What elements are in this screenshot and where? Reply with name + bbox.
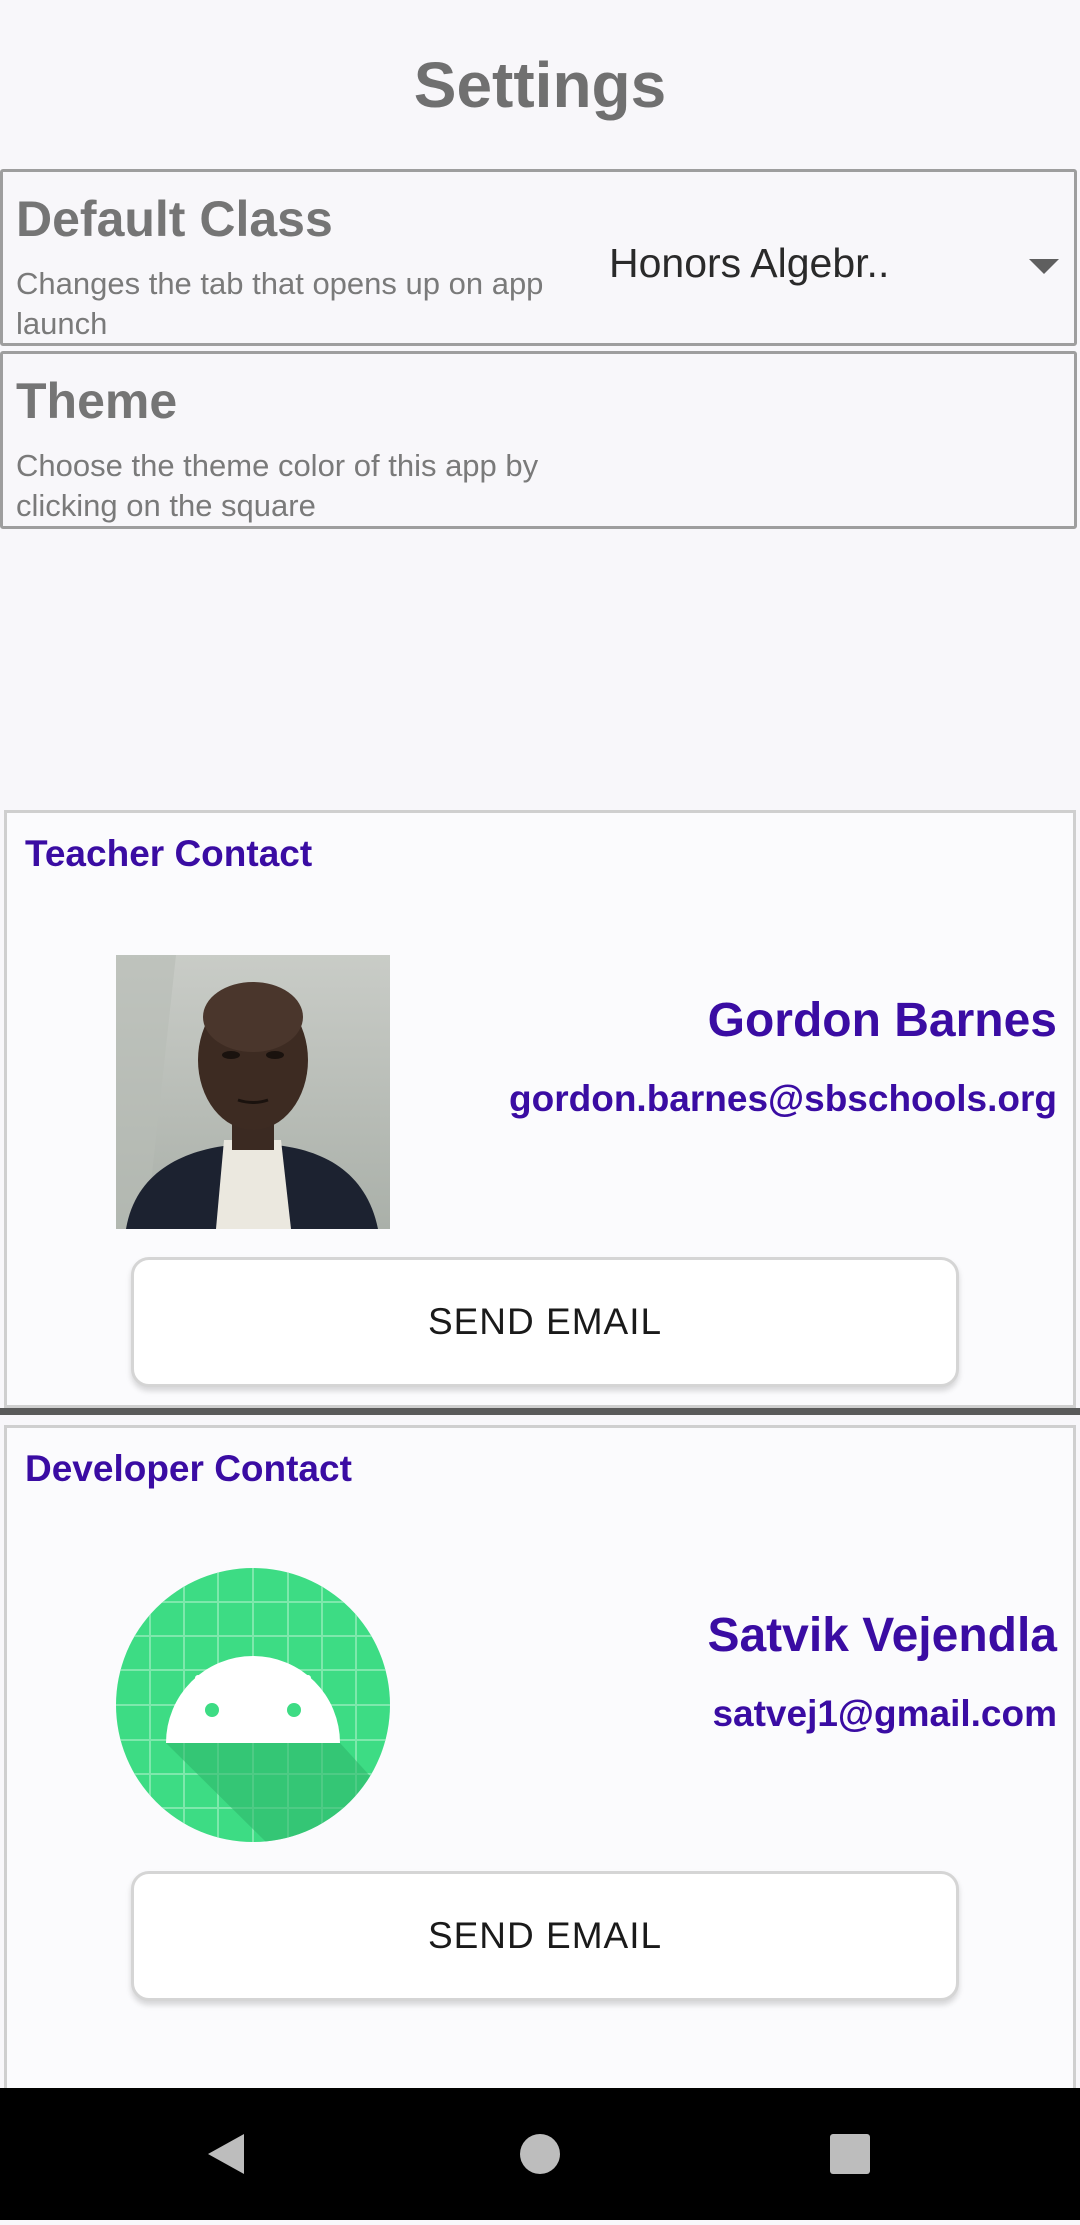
developer-contact-header: Developer Contact — [25, 1448, 352, 1489]
theme-description: Choose the theme color of this app by cl… — [16, 448, 539, 523]
default-class-description: Changes the tab that opens up on app lau… — [16, 266, 544, 341]
dropdown-caret-icon — [1029, 259, 1059, 274]
developer-contact-card: Developer Contact Satvik Vejendla satvej… — [4, 1425, 1076, 2088]
recents-icon[interactable] — [790, 2088, 910, 2220]
navigation-bar — [0, 2088, 1080, 2220]
teacher-photo — [116, 955, 390, 1229]
section-divider — [0, 1408, 1080, 1415]
developer-avatar — [116, 1568, 390, 1842]
teacher-email[interactable]: gordon.barnes@sbschools.org — [509, 1078, 1057, 1120]
default-class-title: Default Class — [16, 191, 333, 247]
teacher-contact-card: Teacher Contact Gordon Barnes gordon.bar… — [4, 810, 1076, 1408]
default-class-setting: Default Class Changes the tab that opens… — [0, 169, 1077, 346]
teacher-send-email-button[interactable]: SEND EMAIL — [131, 1257, 959, 1387]
back-icon[interactable] — [166, 2088, 286, 2220]
home-icon[interactable] — [480, 2088, 600, 2220]
theme-title: Theme — [16, 373, 178, 429]
developer-email[interactable]: satvej1@gmail.com — [712, 1693, 1057, 1735]
default-class-selected: Honors Algebr.. — [609, 240, 890, 286]
default-class-dropdown[interactable]: Honors Algebr.. — [609, 232, 1059, 302]
theme-setting[interactable]: Theme Choose the theme color of this app… — [0, 351, 1077, 529]
page-title: Settings — [413, 49, 667, 121]
teacher-contact-header: Teacher Contact — [25, 833, 313, 874]
teacher-name: Gordon Barnes — [707, 994, 1057, 1047]
developer-name: Satvik Vejendla — [707, 1609, 1057, 1662]
developer-send-email-button[interactable]: SEND EMAIL — [131, 1871, 959, 2001]
